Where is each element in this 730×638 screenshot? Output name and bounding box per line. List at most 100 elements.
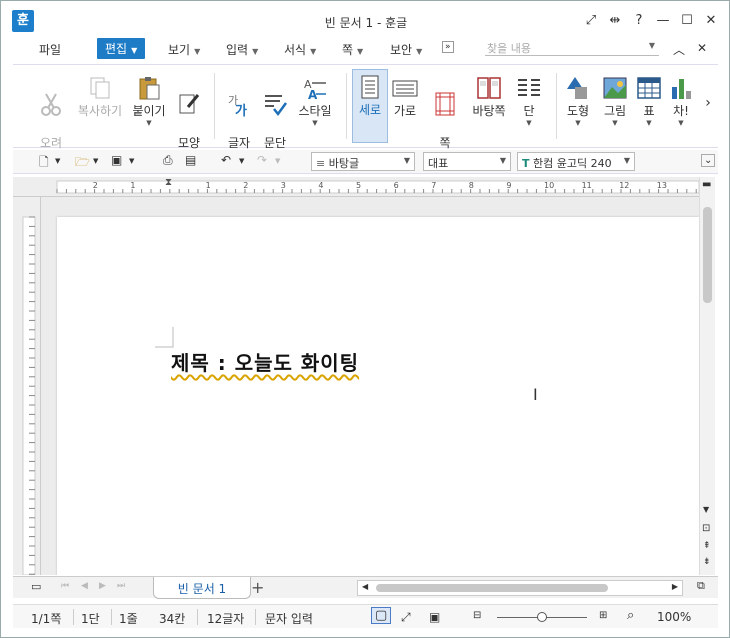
redo-icon[interactable]: ↷	[257, 153, 267, 167]
next-tab-icon[interactable]: ▶	[99, 581, 106, 591]
picture-label: 그림	[603, 104, 627, 118]
zoom-level[interactable]: 100%	[657, 610, 691, 624]
document-text[interactable]: 제목 : 오늘도 화이팅	[171, 347, 359, 376]
open-folder-icon[interactable]: 🗁	[75, 153, 90, 174]
menu-insert[interactable]: 입력 ▼	[226, 41, 258, 58]
new-document-icon[interactable]: 🗋	[39, 153, 49, 174]
table-button[interactable]: 표 ▼	[635, 71, 663, 127]
zoom-in-icon[interactable]: ⊞	[599, 610, 607, 621]
style-select-value: 바탕글	[328, 157, 360, 170]
document-page[interactable]	[57, 217, 699, 575]
chevron-down-icon[interactable]: ▼	[129, 157, 134, 165]
help-icon[interactable]: ?	[627, 13, 651, 28]
column-button[interactable]: 단 ▼	[513, 71, 545, 127]
menu-security[interactable]: 보안 ▼	[390, 41, 422, 58]
style-icon: AA	[304, 78, 326, 101]
add-tab-button[interactable]: +	[251, 578, 264, 597]
menu-page[interactable]: 쪽 ▼	[342, 41, 363, 58]
ribbon-more-button[interactable]: ›	[701, 95, 715, 111]
horizontal-scrollbar[interactable]: ◀ ▶	[357, 580, 683, 596]
hscroll-thumb[interactable]	[376, 584, 608, 592]
menu-expand-button[interactable]: »	[442, 41, 454, 53]
chart-icon	[672, 79, 691, 99]
menu-page-label: 쪽	[342, 43, 354, 57]
chevron-down-icon[interactable]: ▼	[93, 157, 98, 165]
status-page[interactable]: 1/1쪽	[31, 610, 61, 627]
language-select[interactable]: 대표 ▼	[423, 152, 511, 171]
status-position[interactable]: 34칸	[159, 610, 185, 627]
search-input[interactable]: 찾을 내용 ▼	[485, 38, 659, 56]
scroll-top-icon[interactable]: ▬	[702, 179, 711, 190]
paste-label: 붙이기	[132, 104, 166, 118]
chart-button[interactable]: 차! ▼	[667, 71, 695, 127]
horizontal-ruler[interactable]: 2 1 1 2 3 4 5 6 7 8 9 10 11 12 13 ⧗	[13, 177, 699, 197]
vertical-scrollbar[interactable]: ▬ ▼ ⊡ ⇞ ⇟	[699, 177, 715, 575]
status-char-count[interactable]: 12글자	[207, 610, 244, 627]
scroll-down-icon[interactable]: ▼	[703, 505, 709, 514]
full-page-icon[interactable]: ▣	[429, 610, 440, 624]
status-line[interactable]: 1줄	[119, 610, 138, 627]
columns-icon	[518, 79, 540, 96]
undo-icon[interactable]: ↶	[221, 153, 231, 167]
scroll-thumb[interactable]	[703, 207, 712, 303]
chevron-down-icon[interactable]: ▼	[275, 157, 280, 165]
zoom-slider-handle[interactable]	[537, 612, 547, 622]
menu-format[interactable]: 서식 ▼	[284, 41, 316, 58]
background-page-icon	[477, 77, 501, 99]
copy-button[interactable]: 복사하기	[75, 71, 125, 119]
fit-width-icon[interactable]: ⤢	[401, 610, 411, 625]
prev-tab-icon[interactable]: ◀	[81, 581, 88, 591]
preview-icon[interactable]: ▤	[185, 153, 196, 167]
status-column[interactable]: 1단	[81, 610, 100, 627]
toolbar-expand-icon[interactable]: ⌄	[701, 154, 716, 167]
svg-text:가: 가	[235, 104, 247, 117]
menu-edit[interactable]: 편집 ▼	[97, 38, 146, 59]
collapse-ribbon-icon[interactable]: ︿	[673, 41, 685, 58]
status-input-mode[interactable]: 문자 입력	[265, 610, 313, 627]
tab-document[interactable]: 빈 문서 1	[153, 577, 251, 599]
zoom-search-icon[interactable]: ⌕	[627, 608, 634, 623]
next-page-icon[interactable]: ⇟	[703, 557, 711, 567]
scroll-right-icon[interactable]: ▶	[672, 582, 678, 591]
paste-button[interactable]: 붙이기 ▼	[127, 71, 171, 127]
page-layout-view-icon[interactable]: ▢	[371, 607, 392, 624]
first-tab-icon[interactable]: ⏮	[61, 581, 69, 591]
picture-button[interactable]: 그림 ▼	[599, 71, 631, 127]
split-view-icon[interactable]: ⧉	[697, 579, 705, 593]
zoom-out-icon[interactable]: ⊟	[473, 610, 481, 621]
scissors-icon	[41, 93, 61, 116]
font-select[interactable]: T 한컴 윤고딕 240 ▼	[517, 152, 635, 171]
style-select-icon: ≡	[316, 157, 329, 170]
style-button[interactable]: AA 스타일 ▼	[295, 71, 335, 127]
landscape-button[interactable]: 가로	[389, 71, 421, 119]
background-page-button[interactable]: 바탕쪽	[468, 71, 510, 119]
scroll-left-icon[interactable]: ◀	[362, 582, 368, 591]
fullscreen-icon[interactable]: ⤢	[579, 13, 603, 28]
last-tab-icon[interactable]: ⏭	[117, 581, 125, 591]
shape-button[interactable]: 도형 ▼	[559, 71, 597, 127]
chevron-down-icon[interactable]: ▼	[239, 157, 244, 165]
print-icon[interactable]: ⎙	[163, 153, 173, 168]
prev-page-icon[interactable]: ⇞	[703, 541, 711, 551]
menu-file[interactable]: 파일	[39, 41, 61, 58]
style-select[interactable]: ≡ 바탕글 ▼	[311, 152, 415, 171]
chevron-down-icon: ▼	[146, 119, 152, 127]
text-cursor-icon: I	[533, 385, 538, 404]
save-icon[interactable]: ▣	[111, 153, 122, 167]
close-button[interactable]: ✕	[699, 13, 723, 28]
split-icon[interactable]: ⇹	[603, 13, 627, 28]
menu-edit-label: 편집	[105, 42, 128, 56]
maximize-button[interactable]: ☐	[675, 13, 699, 28]
minimize-button[interactable]: —	[651, 13, 675, 28]
ruler-label: 6	[393, 181, 399, 190]
page-view-icon[interactable]: ⊡	[702, 523, 710, 534]
menu-insert-label: 입력	[226, 43, 249, 57]
vertical-ruler[interactable]	[13, 197, 41, 575]
chevron-down-icon[interactable]: ▼	[55, 157, 60, 165]
tab-list-icon[interactable]: ▭	[31, 580, 41, 593]
menu-view[interactable]: 보기 ▼	[168, 41, 200, 58]
close-doc-icon[interactable]: ✕	[697, 41, 707, 55]
portrait-button[interactable]: 세로	[352, 69, 388, 143]
search-placeholder: 찾을 내용	[487, 42, 531, 55]
indent-marker-icon[interactable]: ⧗	[165, 177, 172, 188]
